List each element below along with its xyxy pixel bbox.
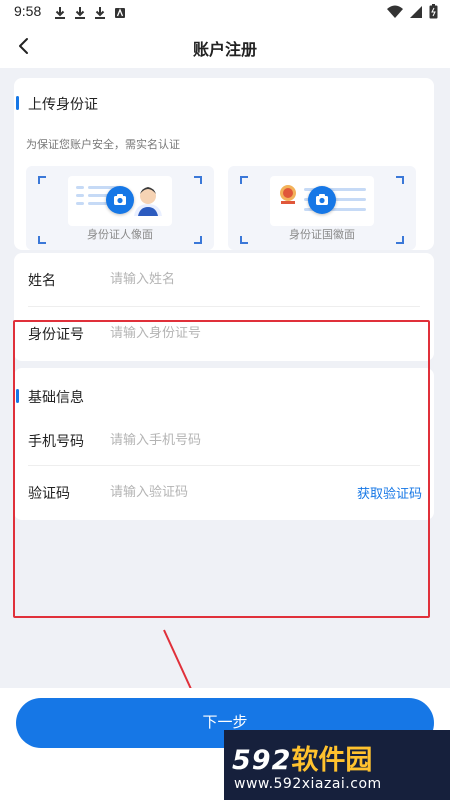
status-time: 9:58 bbox=[14, 3, 42, 19]
wifi-icon bbox=[387, 4, 403, 23]
annotation-highlight-box bbox=[13, 320, 430, 618]
download-icon bbox=[74, 5, 86, 19]
upload-hint: 为保证您账户安全，需实名认证 bbox=[26, 138, 180, 151]
id-front-label: 身份证人像面 bbox=[87, 228, 153, 241]
id-back-label: 身份证国徽面 bbox=[289, 228, 355, 241]
system-status-icons bbox=[387, 4, 438, 23]
app-header: 账户注册 bbox=[0, 24, 450, 68]
id-back-upload[interactable]: 身份证国徽面 bbox=[228, 166, 416, 250]
notification-icons bbox=[54, 5, 126, 19]
watermark-brand: 软件园 bbox=[291, 745, 373, 776]
id-front-upload[interactable]: 身份证人像面 bbox=[26, 166, 214, 250]
id-upload-card: 上传身份证 为保证您账户安全，需实名认证 身份证人像面 身份证国徽面 bbox=[14, 78, 434, 250]
battery-icon bbox=[429, 4, 438, 23]
name-row: 姓名 bbox=[14, 253, 434, 305]
app-badge-icon bbox=[114, 5, 126, 19]
frame-corner bbox=[396, 176, 404, 184]
name-input[interactable] bbox=[110, 265, 330, 293]
section-marker bbox=[16, 96, 19, 110]
download-icon bbox=[54, 5, 66, 19]
signal-icon bbox=[409, 4, 423, 23]
name-label: 姓名 bbox=[28, 273, 56, 289]
watermark-numbers: 592 bbox=[232, 745, 292, 776]
camera-icon[interactable] bbox=[106, 186, 134, 214]
watermark-url: www.592xiazai.com bbox=[234, 776, 382, 792]
frame-corner bbox=[194, 176, 202, 184]
page-title: 账户注册 bbox=[192, 40, 257, 59]
download-icon bbox=[94, 5, 106, 19]
upload-section-title: 上传身份证 bbox=[28, 97, 98, 113]
camera-icon[interactable] bbox=[308, 186, 336, 214]
frame-corner bbox=[240, 176, 248, 184]
form-content: 上传身份证 为保证您账户安全，需实名认证 身份证人像面 身份证国徽面 姓名 请输… bbox=[0, 68, 450, 758]
watermark-title: 592软件园 bbox=[232, 738, 372, 777]
status-bar: 9:58 bbox=[0, 0, 450, 24]
frame-corner bbox=[38, 176, 46, 184]
watermark-logo: 592软件园 www.592xiazai.com bbox=[224, 730, 450, 800]
